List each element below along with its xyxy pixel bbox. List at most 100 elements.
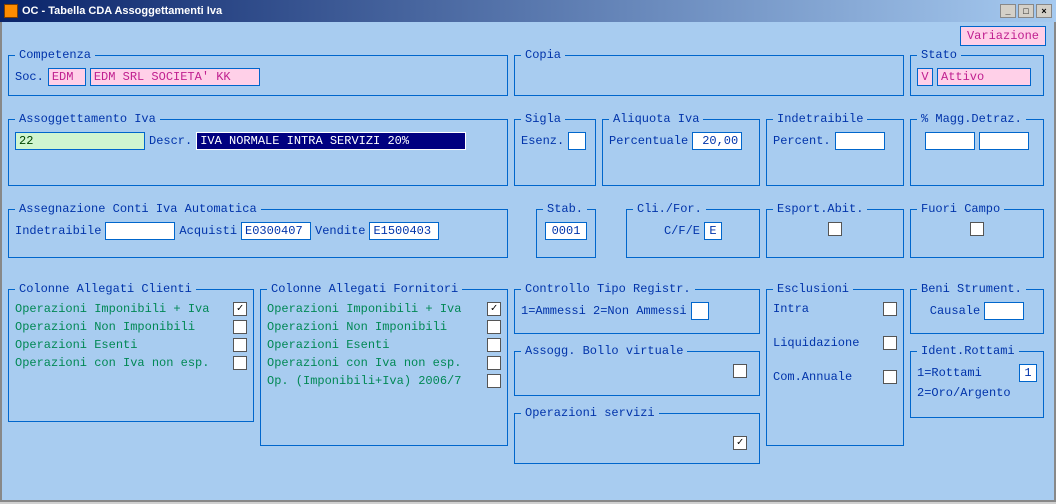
indetr-perc-input[interactable]	[835, 132, 885, 150]
colonne-fornitori-item-checkbox[interactable]	[487, 374, 501, 388]
assegn-ven-input[interactable]	[369, 222, 439, 240]
soc-code-input[interactable]	[48, 68, 86, 86]
esclusioni-item-checkbox[interactable]	[883, 302, 897, 316]
esclusioni-item-label: Intra	[773, 302, 809, 316]
workspace: Variazione Competenza Soc. Copia Stato A…	[0, 22, 1056, 502]
aliquota-perc-label: Percentuale	[609, 134, 688, 148]
beni-strument-label: Causale	[930, 304, 980, 318]
colonne-fornitori-item-label: Op. (Imponibili+Iva) 2006/7	[267, 374, 461, 388]
indetraibile-group: Indetraibile Percent.	[766, 112, 904, 186]
copia-legend: Copia	[521, 48, 565, 62]
mode-badge: Variazione	[960, 26, 1046, 46]
aliquota-group: Aliquota Iva Percentuale	[602, 112, 760, 186]
esport-abit-group: Esport.Abit.	[766, 202, 904, 258]
beni-strument-group: Beni Strument. Causale	[910, 282, 1044, 334]
colonne-clienti-item-checkbox[interactable]: ✓	[233, 302, 247, 316]
fuori-campo-group: Fuori Campo	[910, 202, 1044, 258]
window-title: OC - Tabella CDA Assoggettamenti Iva	[22, 5, 222, 17]
operazioni-servizi-legend: Operazioni servizi	[521, 406, 659, 420]
colonne-clienti-group: Colonne Allegati Clienti Operazioni Impo…	[8, 282, 254, 422]
assoggettamento-group: Assoggettamento Iva Descr.	[8, 112, 508, 186]
colonne-clienti-item-checkbox[interactable]	[233, 320, 247, 334]
titlebar: OC - Tabella CDA Assoggettamenti Iva _ □…	[0, 0, 1056, 22]
clifor-legend: Cli./For.	[633, 202, 706, 216]
competenza-legend: Competenza	[15, 48, 95, 62]
stato-value-input[interactable]	[937, 68, 1031, 86]
sigla-group: Sigla Esenz.	[514, 112, 596, 186]
bollo-checkbox[interactable]	[733, 364, 747, 378]
clifor-group: Cli./For. C/F/E	[626, 202, 760, 258]
colonne-fornitori-item-checkbox[interactable]	[487, 356, 501, 370]
colonne-clienti-item-label: Operazioni Esenti	[15, 338, 137, 352]
aliquota-perc-input[interactable]	[692, 132, 742, 150]
assegnazione-conti-group: Assegnazione Conti Iva Automatica Indetr…	[8, 202, 508, 258]
fuori-campo-legend: Fuori Campo	[917, 202, 1004, 216]
soc-desc-input[interactable]	[90, 68, 260, 86]
rottami-row2-label: 2=Oro/Argento	[917, 386, 1011, 400]
colonne-clienti-legend: Colonne Allegati Clienti	[15, 282, 196, 296]
assegnazione-conti-legend: Assegnazione Conti Iva Automatica	[15, 202, 261, 216]
colonne-fornitori-item-label: Operazioni Non Imponibili	[267, 320, 447, 334]
stato-group: Stato	[910, 48, 1044, 96]
rottami-row1-label: 1=Rottami	[917, 366, 982, 380]
colonne-clienti-item-label: Operazioni Non Imponibili	[15, 320, 195, 334]
assegn-acq-label: Acquisti	[179, 224, 237, 238]
colonne-fornitori-item-label: Operazioni Esenti	[267, 338, 389, 352]
esenz-input[interactable]	[568, 132, 586, 150]
copia-group: Copia	[514, 48, 904, 96]
colonne-clienti-item-checkbox[interactable]	[233, 356, 247, 370]
magg-detraz-group: % Magg.Detraz.	[910, 112, 1044, 186]
esclusioni-item-checkbox[interactable]	[883, 370, 897, 384]
stab-input[interactable]	[545, 222, 587, 240]
esport-abit-checkbox[interactable]	[828, 222, 842, 236]
fuori-campo-checkbox[interactable]	[970, 222, 984, 236]
ident-rottami-legend: Ident.Rottami	[917, 344, 1019, 358]
indetraibile-legend: Indetraibile	[773, 112, 867, 126]
bollo-legend: Assogg. Bollo virtuale	[521, 344, 687, 358]
colonne-fornitori-legend: Colonne Allegati Fornitori	[267, 282, 462, 296]
colonne-clienti-item-label: Operazioni con Iva non esp.	[15, 356, 209, 370]
colonne-clienti-item-label: Operazioni Imponibili + Iva	[15, 302, 209, 316]
bollo-group: Assogg. Bollo virtuale	[514, 344, 760, 396]
controllo-registr-group: Controllo Tipo Registr. 1=Ammessi 2=Non …	[514, 282, 760, 334]
beni-strument-input[interactable]	[984, 302, 1024, 320]
magg-detraz-input1[interactable]	[925, 132, 975, 150]
aliquota-legend: Aliquota Iva	[609, 112, 703, 126]
clifor-input[interactable]	[704, 222, 722, 240]
assegn-ven-label: Vendite	[315, 224, 365, 238]
clifor-label: C/F/E	[664, 224, 700, 238]
esenz-label: Esenz.	[521, 134, 564, 148]
esclusioni-item-label: Liquidazione	[773, 336, 859, 350]
descr-label: Descr.	[149, 134, 192, 148]
sigla-legend: Sigla	[521, 112, 565, 126]
colonne-fornitori-item-checkbox[interactable]	[487, 320, 501, 334]
esclusioni-item-label: Com.Annuale	[773, 370, 852, 384]
colonne-fornitori-item-checkbox[interactable]	[487, 338, 501, 352]
close-button[interactable]: ×	[1036, 4, 1052, 18]
esport-abit-legend: Esport.Abit.	[773, 202, 867, 216]
magg-detraz-legend: % Magg.Detraz.	[917, 112, 1026, 126]
colonne-clienti-item-checkbox[interactable]	[233, 338, 247, 352]
magg-detraz-input2[interactable]	[979, 132, 1029, 150]
controllo-hint: 1=Ammessi 2=Non Ammessi	[521, 304, 687, 318]
assogg-code-input[interactable]	[15, 132, 145, 150]
colonne-fornitori-item-checkbox[interactable]: ✓	[487, 302, 501, 316]
rottami-row1-input[interactable]	[1019, 364, 1037, 382]
colonne-fornitori-group: Colonne Allegati Fornitori Operazioni Im…	[260, 282, 508, 446]
maximize-button[interactable]: □	[1018, 4, 1034, 18]
beni-strument-legend: Beni Strument.	[917, 282, 1026, 296]
minimize-button[interactable]: _	[1000, 4, 1016, 18]
assegn-acq-input[interactable]	[241, 222, 311, 240]
controllo-input[interactable]	[691, 302, 709, 320]
stato-flag-input[interactable]	[917, 68, 933, 86]
esclusioni-item-checkbox[interactable]	[883, 336, 897, 350]
assegn-indetr-input[interactable]	[105, 222, 175, 240]
assogg-descr-input[interactable]	[196, 132, 466, 150]
stato-legend: Stato	[917, 48, 961, 62]
assegn-indetr-label: Indetraibile	[15, 224, 101, 238]
operazioni-servizi-checkbox[interactable]: ✓	[733, 436, 747, 450]
ident-rottami-group: Ident.Rottami 1=Rottami 2=Oro/Argento	[910, 344, 1044, 418]
stab-legend: Stab.	[543, 202, 587, 216]
esclusioni-group: Esclusioni IntraLiquidazioneCom.Annuale	[766, 282, 904, 446]
stab-group: Stab.	[536, 202, 596, 258]
